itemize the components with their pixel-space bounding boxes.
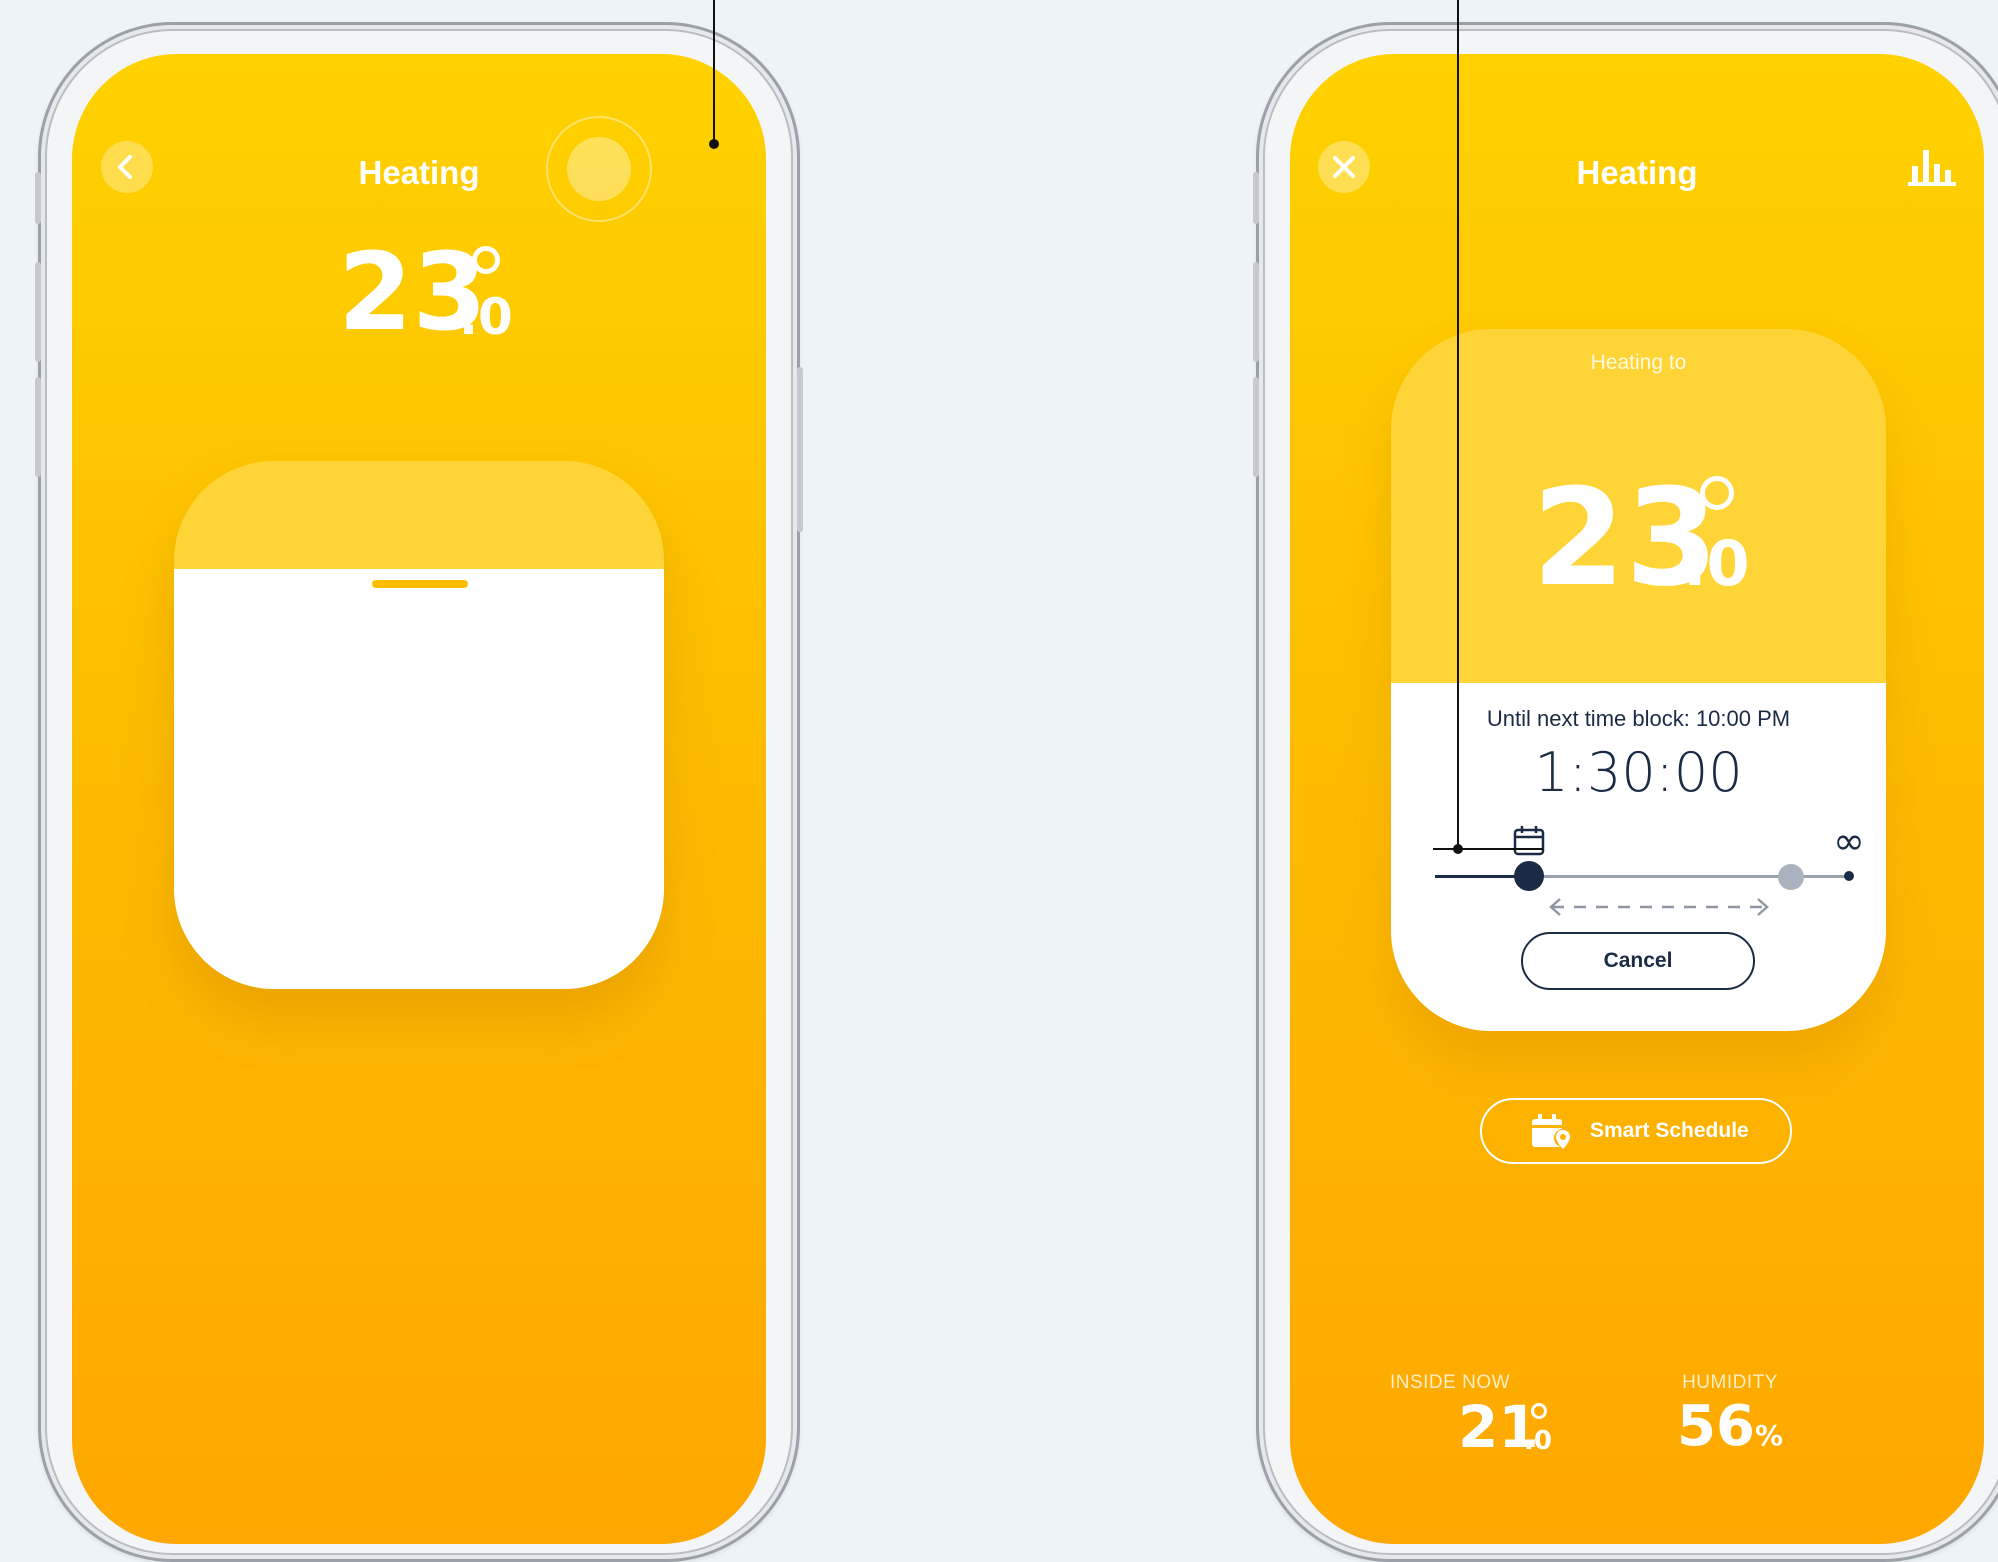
side-button bbox=[1253, 172, 1259, 224]
humidity-label: HUMIDITY bbox=[1682, 1372, 1778, 1393]
temperature-card bbox=[174, 461, 664, 989]
degree-symbol bbox=[472, 246, 500, 274]
infinity-icon: ∞ bbox=[1833, 819, 1865, 863]
slider-end-dot bbox=[1844, 871, 1854, 881]
degree-symbol bbox=[1531, 1403, 1547, 1419]
callout-dot bbox=[1453, 844, 1463, 854]
drag-handle[interactable] bbox=[372, 580, 468, 588]
temp-decimal: .0 bbox=[1683, 527, 1750, 600]
callout-line bbox=[713, 0, 715, 145]
degree-symbol bbox=[1700, 476, 1734, 510]
screen-right: Heating Heating to 23 .0 Until next time… bbox=[1290, 54, 1984, 1544]
temp-decimal: .0 bbox=[459, 288, 513, 346]
calendar-location-icon bbox=[1532, 1114, 1572, 1149]
heating-card: Heating to 23 .0 Until next time block: … bbox=[1391, 329, 1886, 1031]
inside-now-label: INSIDE NOW bbox=[1389, 1372, 1511, 1393]
humidity-value: 56% bbox=[1635, 1398, 1825, 1456]
drag-arrows-icon bbox=[1549, 898, 1769, 916]
humidity-unit: % bbox=[1754, 1419, 1783, 1452]
side-button bbox=[1253, 377, 1259, 477]
card-top-band bbox=[174, 461, 664, 569]
countdown-timer: 1:30:00 bbox=[1534, 741, 1743, 804]
callout-dot bbox=[709, 139, 719, 149]
humidity-number: 56 bbox=[1677, 1394, 1755, 1459]
inside-temp-decimal: .0 bbox=[1524, 1426, 1552, 1456]
heating-to-label: Heating to bbox=[1590, 351, 1687, 374]
action-button-highlight[interactable] bbox=[546, 116, 652, 222]
phone-left: Heating 23 .0 bbox=[35, 22, 803, 1562]
callout-line-horizontal bbox=[1433, 848, 1543, 850]
cancel-button[interactable]: Cancel bbox=[1521, 932, 1755, 990]
side-button bbox=[35, 377, 41, 477]
screen-title: Heating bbox=[1576, 154, 1698, 191]
side-button bbox=[1253, 262, 1259, 362]
bar-chart-icon[interactable] bbox=[1906, 144, 1958, 188]
slider-max-thumb[interactable] bbox=[1778, 864, 1804, 890]
card-body bbox=[174, 569, 664, 989]
slider-thumb[interactable] bbox=[1514, 861, 1544, 891]
smart-schedule-button[interactable]: Smart Schedule bbox=[1480, 1098, 1792, 1164]
screen-title: Heating bbox=[358, 154, 480, 191]
screen-left: Heating 23 .0 bbox=[72, 54, 766, 1544]
calendar-icon bbox=[1513, 826, 1545, 856]
circle-icon bbox=[567, 137, 631, 201]
callout-line bbox=[1457, 0, 1459, 849]
phone-right: Heating Heating to 23 .0 Until next time… bbox=[1253, 22, 1998, 1562]
side-button bbox=[797, 367, 803, 532]
until-next-block-text: Until next time block: 10:00 PM bbox=[1486, 706, 1791, 731]
smart-schedule-label: Smart Schedule bbox=[1590, 1119, 1749, 1142]
side-button bbox=[35, 262, 41, 362]
side-button bbox=[35, 172, 41, 224]
